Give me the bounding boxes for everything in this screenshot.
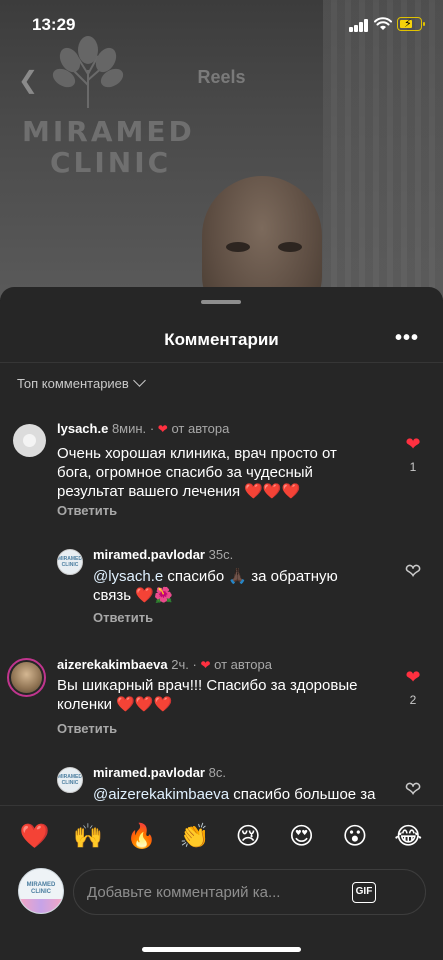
logo-line-1: MIRAMED — [22, 115, 195, 148]
like-button[interactable]: ❤ 2 — [403, 668, 423, 707]
battery-charging-icon: ⚡ — [397, 17, 425, 31]
my-avatar: MIRAMED CLINIC — [18, 868, 64, 914]
reply-button[interactable]: Ответить — [57, 721, 117, 736]
clinic-watermark: MIRAMED CLINIC — [22, 116, 195, 178]
header-divider — [0, 362, 443, 363]
flowers-decoration — [19, 899, 63, 913]
avatar[interactable]: MIRAMED CLINIC — [57, 549, 83, 575]
reels-header: ❮ Reels — [0, 62, 443, 94]
person-head — [202, 176, 322, 300]
gif-button[interactable]: GIF — [352, 882, 376, 903]
author-liked-label: от автора — [171, 421, 230, 436]
heart-filled-icon: ❤ — [405, 434, 421, 454]
comment-composer-bar: ❤️ 🙌 🔥 👏 😢 😍 😮 😂 MIRAMED CLINIC GIF — [0, 805, 443, 960]
comment-username[interactable]: aizerekakimbaeva — [57, 657, 168, 672]
mention-link[interactable]: @lysach.e — [93, 568, 163, 585]
comment-text: Вы шикарный врач!!! Спасибо за здоровые … — [57, 677, 358, 713]
emoji-raised-hands-button[interactable]: 🙌 — [68, 822, 108, 852]
avatar[interactable]: MIRAMED CLINIC — [57, 767, 83, 793]
heart-outline-icon: ❤ — [405, 779, 422, 799]
comment-meta: aizerekakimbaeva 2ч. · ❤ от автора — [57, 657, 272, 672]
avatar-photo — [11, 662, 42, 693]
comment-time: 2ч. — [171, 657, 189, 672]
avatar-logo-text: MIRAMED CLINIC — [58, 774, 82, 786]
emoji-heart-button[interactable]: ❤️ — [15, 822, 55, 852]
more-options-icon[interactable]: ••• — [395, 327, 419, 350]
emoji-laugh-button[interactable]: 😂 — [388, 822, 428, 852]
heart-outline-icon: ❤ — [405, 561, 422, 581]
comment-time: 8мин. — [111, 421, 147, 436]
comment-meta: miramed.pavlodar 8с. — [93, 765, 226, 780]
avatar[interactable] — [13, 424, 46, 457]
avatar[interactable] — [7, 658, 46, 697]
avatar-logo-text: MIRAMED CLINIC — [58, 556, 82, 568]
comment-input-container: GIF — [73, 869, 426, 915]
sort-label: Топ комментариев — [17, 376, 129, 391]
chevron-down-icon — [132, 374, 146, 387]
comment-time: 35с. — [208, 547, 234, 562]
sheet-grabber-handle[interactable] — [201, 300, 241, 304]
author-liked-heart-icon: ❤ — [157, 422, 168, 436]
emoji-wow-button[interactable]: 😮 — [335, 822, 375, 852]
author-liked-label: от автора — [214, 657, 272, 672]
like-button[interactable]: ❤ — [403, 779, 423, 799]
comment-username[interactable]: miramed.pavlodar — [93, 547, 205, 562]
sheet-title: Комментарии — [164, 330, 279, 349]
emoji-cry-button[interactable]: 😢 — [228, 822, 268, 852]
reply-button[interactable]: Ответить — [57, 503, 117, 518]
person-eyes — [222, 242, 306, 256]
comment-text: @aizerekakimbaeva спасибо большое за — [93, 785, 393, 804]
like-count: 2 — [409, 693, 417, 707]
comment-text: @lysach.e спасибо 🙏🏿 за обратную связь ❤… — [93, 567, 363, 605]
status-time: 13:29 — [32, 15, 76, 34]
emoji-fire-button[interactable]: 🔥 — [121, 822, 161, 852]
comment-username[interactable]: lysach.e — [57, 421, 108, 436]
heart-filled-icon: ❤ — [405, 667, 421, 687]
comment-meta: lysach.e 8мин. · ❤ от автора — [57, 421, 230, 436]
emoji-clap-button[interactable]: 👏 — [175, 822, 215, 852]
reply-button[interactable]: Ответить — [93, 610, 153, 625]
like-button[interactable]: ❤ 1 — [403, 435, 423, 474]
comment-time: 8с. — [208, 765, 226, 780]
wifi-icon — [374, 17, 392, 30]
logo-line-2: CLINIC — [50, 146, 172, 179]
reels-title: Reels — [197, 67, 246, 87]
comment-username[interactable]: miramed.pavlodar — [93, 765, 205, 780]
comment-text: Очень хорошая клиника, врач просто от бо… — [57, 445, 337, 500]
emoji-heart-eyes-button[interactable]: 😍 — [282, 822, 322, 852]
home-indicator[interactable] — [142, 947, 301, 952]
author-liked-heart-icon: ❤ — [200, 658, 211, 672]
like-count: 1 — [409, 460, 417, 474]
comment-input[interactable] — [87, 870, 342, 914]
avatar-logo-text: MIRAMED CLINIC — [26, 881, 56, 895]
cellular-signal-icon — [349, 19, 369, 32]
mention-link[interactable]: @aizerekakimbaeva — [93, 786, 229, 803]
comment-meta: miramed.pavlodar 35с. — [93, 547, 233, 562]
status-bar: 13:29 ⚡ — [0, 0, 443, 52]
sort-dropdown[interactable]: Топ комментариев — [17, 374, 146, 391]
comment-body: спасибо большое за — [229, 786, 376, 803]
like-button[interactable]: ❤ — [403, 561, 423, 581]
quick-emoji-row: ❤️ 🙌 🔥 👏 😢 😍 😮 😂 — [0, 822, 443, 852]
